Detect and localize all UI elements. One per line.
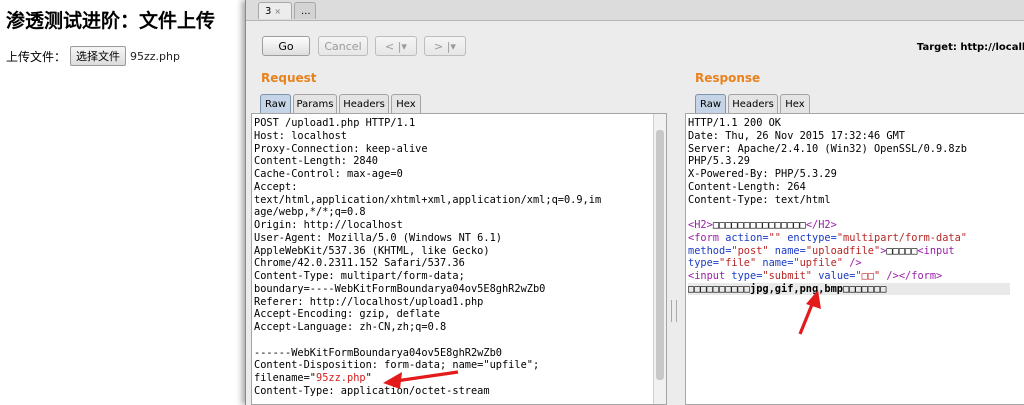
allowed-types-line: □□□□□□□□□□jpg,gif,png,bmp□□□□□□□ [688, 282, 1011, 295]
response-headers: HTTP/1.1 200 OK Date: Thu, 26 Nov 2015 1… [688, 117, 967, 206]
request-editor[interactable]: POST /upload1.php HTTP/1.1 Host: localho… [251, 113, 667, 405]
scrollbar-thumb[interactable] [656, 130, 664, 380]
request-scrollbar[interactable] [653, 114, 666, 404]
choose-file-button[interactable]: 选择文件 [70, 46, 127, 66]
page-title: 渗透测试进阶：文件上传 [6, 10, 216, 32]
h2-text: □□□□□□□□□□□□□□□ [712, 219, 806, 231]
h2-close-tag: </H2> [805, 219, 837, 231]
form-text: □□□□□ [886, 244, 918, 257]
input1-type-attr: type= [688, 257, 719, 270]
split-divider[interactable] [671, 300, 677, 322]
form-action-val: "" [768, 231, 782, 244]
allowed-types: jpg,gif,png,bmp [750, 282, 843, 295]
form-enctype-attr: enctype= [781, 231, 837, 244]
request-lines: POST /upload1.php HTTP/1.1 Host: localho… [254, 117, 602, 372]
filename-value: 95zz.php [316, 372, 366, 384]
tab-hex[interactable]: Hex [780, 94, 810, 113]
tab-raw[interactable]: Raw [695, 94, 726, 113]
toolbar: Go Cancel < |▾ > |▾ Target: http://local… [246, 36, 1024, 62]
input2-type-val: "submit" [762, 270, 813, 282]
go-button[interactable]: Go [262, 36, 310, 56]
selected-file-name: 95zz.php [130, 49, 180, 63]
repeater-tab-new[interactable]: ... [294, 2, 316, 19]
form-name-val: "uploadfile" [805, 244, 881, 257]
form-end-tag: </form> [898, 270, 943, 282]
input2-value-val: "□□" [855, 270, 881, 282]
filename-suffix: " [365, 372, 372, 384]
burp-repeater-window: 3 × ... Go Cancel < |▾ > |▾ Target: http:… [245, 0, 1024, 405]
forward-button[interactable]: > |▾ [424, 36, 466, 56]
form-action-attr: action= [719, 231, 769, 244]
allowed-suffix: □□□□□□□ [843, 282, 887, 295]
back-button[interactable]: < |▾ [375, 36, 417, 56]
form-method-val: "post" [731, 244, 769, 257]
filename-prefix: filename=" [254, 372, 316, 384]
tab-params[interactable]: Params [293, 94, 337, 113]
form-open-tag: <form [688, 231, 719, 244]
input2-type-attr: type= [725, 270, 763, 282]
input2-value-attr: value= [812, 270, 856, 282]
input2-open-tag: <input [688, 270, 726, 282]
close-icon[interactable]: × [274, 7, 281, 16]
target-label: Target: http://localh [916, 42, 1024, 53]
repeater-tab-strip: 3 × ... [246, 0, 1024, 21]
tab-label: 3 [265, 6, 272, 17]
input1-close: /> [843, 257, 862, 270]
form-enctype-val: "multipart/form-data" [836, 231, 967, 244]
input2-close: /> [880, 270, 899, 282]
form-name-attr: name= [768, 244, 806, 257]
request-title: Request [261, 71, 317, 85]
response-text: HTTP/1.1 200 OK Date: Thu, 26 Nov 2015 1… [686, 114, 1024, 296]
response-editor[interactable]: HTTP/1.1 200 OK Date: Thu, 26 Nov 2015 1… [685, 113, 1024, 405]
response-title: Response [695, 71, 761, 85]
input1-name-attr: name= [756, 257, 794, 270]
browser-page: 渗透测试进阶：文件上传 上传文件： 选择文件 95zz.php [0, 0, 260, 405]
tab-hex[interactable]: Hex [391, 94, 421, 113]
allowed-prefix: □□□□□□□□□□ [688, 282, 750, 295]
input1-type-val: "file" [719, 257, 757, 270]
tab-headers[interactable]: Headers [728, 94, 778, 113]
repeater-tab-3[interactable]: 3 × [258, 2, 292, 19]
cancel-button[interactable]: Cancel [318, 36, 368, 56]
tab-raw[interactable]: Raw [260, 94, 291, 113]
upload-label: 上传文件： [6, 49, 67, 64]
request-last-line: Content-Type: application/octet-stream [254, 384, 490, 397]
upload-row: 上传文件： 选择文件 95zz.php [6, 46, 180, 66]
input1-open-tag: <input [917, 244, 955, 257]
form-method-attr: method= [688, 244, 732, 257]
request-text: POST /upload1.php HTTP/1.1 Host: localho… [252, 114, 666, 398]
input1-name-val: "upfile" [793, 257, 844, 270]
h2-open-tag: <H2> [688, 219, 713, 231]
tab-headers[interactable]: Headers [339, 94, 389, 113]
